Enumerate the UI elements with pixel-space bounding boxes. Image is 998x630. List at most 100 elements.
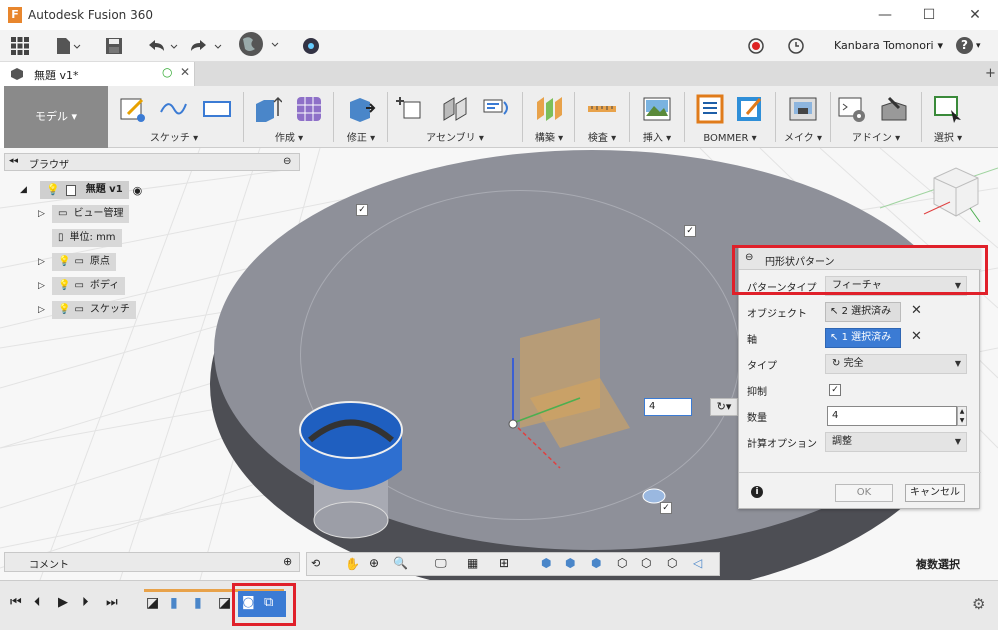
offset-plane-icon[interactable]	[534, 94, 564, 124]
construct-group[interactable]: 構築 ▾	[525, 86, 573, 148]
timeline-settings-gear-icon[interactable]: ⚙	[972, 595, 985, 613]
visibility-bulb-icon[interactable]: 💡	[58, 277, 70, 295]
minimize-button[interactable]: —	[876, 6, 894, 24]
type-select[interactable]: ↻ 完全 ▼	[825, 354, 967, 374]
instance-checkbox[interactable]: ✓	[356, 204, 368, 216]
expand-icon[interactable]: ▷	[38, 281, 52, 291]
rotation-direction-icon[interactable]: ↻▾	[710, 398, 738, 416]
axis-selection-button[interactable]: ↖ 1 選択済み	[825, 328, 901, 348]
hole-feature[interactable]	[296, 400, 406, 550]
record-icon[interactable]	[746, 36, 766, 56]
view-top-icon[interactable]: ⬢	[591, 556, 601, 570]
go-to-end-icon[interactable]: ⏭	[106, 595, 118, 610]
hidden-edges-icon[interactable]: ⬡	[667, 556, 677, 570]
wireframe-icon[interactable]: ⬡	[617, 556, 627, 570]
root-component-node[interactable]: 💡 無題 v1	[40, 181, 129, 199]
expand-icon[interactable]: ▷	[38, 257, 52, 267]
document-tab[interactable]: 無題 v1* ○ ✕	[0, 62, 195, 86]
step-forward-icon[interactable]: ⏵	[82, 595, 89, 610]
save-icon[interactable]	[104, 36, 124, 56]
suppress-checkbox[interactable]: ✓	[829, 384, 841, 396]
view-iso-icon[interactable]: ⬢	[565, 556, 575, 570]
view-cube-icon[interactable]	[920, 158, 990, 228]
tree-item[interactable]: ▯ 単位: mm	[52, 229, 142, 247]
measure-icon[interactable]	[587, 94, 617, 124]
undo-icon[interactable]	[144, 36, 180, 56]
clear-objects-icon[interactable]: ✕	[911, 303, 922, 318]
expand-icon[interactable]: ▷	[38, 305, 52, 315]
line-icon[interactable]	[158, 94, 188, 124]
redo-icon[interactable]	[188, 36, 224, 56]
bom-table-icon[interactable]	[695, 94, 725, 124]
step-back-icon[interactable]: ⏴	[34, 595, 41, 610]
pan-hand-icon[interactable]: ✋	[345, 557, 360, 571]
tree-item[interactable]: ▷ ▭ ビュー管理	[38, 205, 142, 223]
inspect-group[interactable]: 検査 ▾	[577, 86, 627, 148]
new-component-icon[interactable]	[396, 94, 426, 124]
press-pull-icon[interactable]	[346, 94, 376, 124]
sketch-feature-icon[interactable]: ◪	[218, 595, 231, 611]
tree-node[interactable]: ▭ ビュー管理	[52, 205, 130, 223]
rectangle-icon[interactable]	[202, 94, 232, 124]
collapse-panel-icon[interactable]: ⊖	[283, 156, 291, 167]
expand-icon[interactable]: ◢	[20, 185, 36, 195]
instance-checkbox[interactable]: ✓	[684, 225, 696, 237]
extension-icon[interactable]	[300, 36, 322, 56]
joint-icon[interactable]	[440, 94, 470, 124]
form-icon[interactable]	[294, 94, 324, 124]
app-store-icon[interactable]	[879, 94, 909, 124]
canvas-quantity-input[interactable]: 4	[644, 398, 692, 416]
scripts-icon[interactable]	[837, 94, 867, 124]
create-sketch-icon[interactable]	[118, 94, 148, 124]
tree-node[interactable]: ▯ 単位: mm	[52, 229, 122, 247]
sketch-feature-icon[interactable]: ◪	[146, 595, 159, 611]
bom-edit-icon[interactable]	[735, 94, 765, 124]
cancel-button[interactable]: キャンセル	[905, 484, 965, 502]
bommer-group[interactable]: BOMMER ▾	[687, 86, 773, 148]
assemble-group[interactable]: アセンブリ ▾	[390, 86, 520, 148]
play-icon[interactable]: ▶	[58, 595, 68, 610]
grid-settings-icon[interactable]: ▦	[467, 556, 478, 570]
clear-axis-icon[interactable]: ✕	[911, 329, 922, 344]
make-group[interactable]: メイク ▾	[778, 86, 828, 148]
3d-print-icon[interactable]	[788, 94, 818, 124]
addins-group[interactable]: アドイン ▾	[833, 86, 919, 148]
view-front-icon[interactable]: ⬢	[541, 556, 551, 570]
user-account-menu[interactable]: Kanbara Tomonori ▾	[834, 39, 943, 52]
activate-radio-icon[interactable]: ◉	[133, 184, 143, 197]
go-to-start-icon[interactable]: ⏮	[10, 595, 22, 610]
tree-node[interactable]: 💡 ▭ 原点	[52, 253, 116, 271]
info-icon[interactable]: i	[751, 486, 763, 498]
expand-icon[interactable]: ▷	[38, 209, 52, 219]
extrude-icon[interactable]	[252, 94, 282, 124]
select-window-icon[interactable]	[933, 94, 963, 124]
ok-button[interactable]: OK	[835, 484, 893, 502]
compute-select[interactable]: 調整 ▼	[825, 432, 967, 452]
extrude-feature-icon[interactable]: ▮	[170, 595, 178, 611]
orbit-icon[interactable]: ⟲	[311, 557, 320, 570]
select-group[interactable]: 選択 ▾	[924, 86, 972, 148]
sketch-group[interactable]: スケッチ ▾	[110, 86, 238, 148]
quantity-stepper[interactable]: ▲ ▼	[957, 406, 967, 426]
new-tab-icon[interactable]: +	[985, 66, 996, 81]
grid-menu-icon[interactable]	[10, 36, 30, 56]
tree-item[interactable]: ▷ 💡 ▭ スケッチ	[38, 301, 142, 319]
add-comment-icon[interactable]: ⊕	[283, 555, 292, 568]
workspace-switcher[interactable]: モデル ▾	[4, 86, 108, 148]
instance-checkbox[interactable]: ✓	[660, 502, 672, 514]
data-panel-globe-icon[interactable]	[236, 32, 284, 56]
viewports-icon[interactable]: ⊞	[499, 556, 509, 570]
insert-image-icon[interactable]	[642, 94, 672, 124]
collapse-left-icon[interactable]: ◂◂	[9, 156, 18, 166]
visibility-bulb-icon[interactable]: 💡	[58, 253, 70, 271]
browser-panel-header[interactable]: ◂◂ ブラウザ ⊖	[4, 153, 300, 171]
maximize-button[interactable]: ☐	[920, 6, 938, 24]
modify-group[interactable]: 修正 ▾	[336, 86, 386, 148]
close-button[interactable]: ✕	[966, 6, 984, 24]
render-icon[interactable]: ◁	[693, 556, 702, 570]
help-menu[interactable]: ? ▾	[956, 37, 986, 54]
fit-zoom-icon[interactable]: 🔍	[393, 556, 408, 570]
tree-node[interactable]: 💡 ▭ スケッチ	[52, 301, 136, 319]
tree-item[interactable]: ▷ 💡 ▭ ボディ	[38, 277, 142, 295]
create-group[interactable]: 作成 ▾	[246, 86, 332, 148]
